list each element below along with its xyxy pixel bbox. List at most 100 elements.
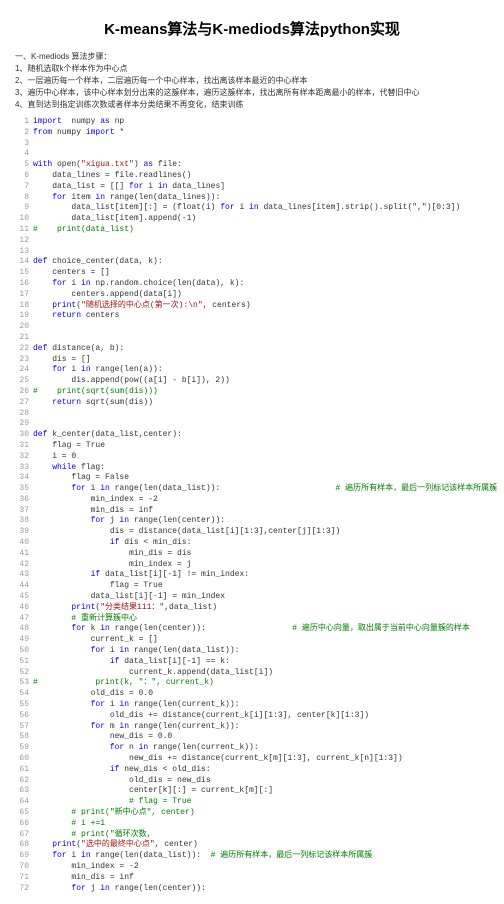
token: numpy (62, 117, 100, 126)
line-number: 48 (15, 624, 29, 635)
token: dis < min_dis: (119, 538, 191, 547)
token-kw: return (52, 311, 81, 320)
line-number: 51 (15, 657, 29, 668)
code-line: 11# print(data_list) (15, 225, 489, 236)
code-line: 42 min_index = j (15, 560, 489, 571)
token-kw: import (86, 128, 115, 137)
token-kw: for (71, 484, 85, 493)
token: ) (134, 160, 144, 169)
token: data_lines] (167, 182, 225, 191)
code-line: 54 old_dis = 0.0 (15, 689, 489, 700)
code-line: 12 (15, 236, 489, 247)
line-number: 66 (15, 819, 29, 830)
line-number: 60 (15, 754, 29, 765)
line-number: 40 (15, 538, 29, 549)
line-number: 44 (15, 581, 29, 592)
code-line: 25 dis.append(pow((a[i] - b[i]), 2)) (15, 376, 489, 387)
token-kw: for (220, 203, 234, 212)
token: range(len(data_list)): (110, 484, 336, 493)
token: range(len(center)): (129, 516, 225, 525)
line-number: 21 (15, 333, 29, 344)
token-kw: def (33, 257, 47, 266)
token-kw: in (100, 484, 110, 493)
code-line: 71 min_dis = inf (15, 873, 489, 884)
code-line: 37 min_dis = inf (15, 506, 489, 517)
line-number: 23 (15, 355, 29, 366)
token (33, 722, 91, 731)
token: range(len(data_lines)): (105, 193, 220, 202)
code-line: 15 centers = [] (15, 268, 489, 279)
token (33, 570, 91, 579)
code-line: 24 for i in range(len(a)): (15, 365, 489, 376)
step-line: 4、直到达到指定训练次数或者样本分类结果不再变化，结束训练 (15, 99, 489, 111)
token: choice_center(data, k): (47, 257, 162, 266)
token: old_dis = new_dis (33, 776, 211, 785)
token: data_list[i][-1] == k: (119, 657, 229, 666)
token-kw: as (143, 160, 153, 169)
line-number: 46 (15, 603, 29, 614)
line-number: 36 (15, 495, 29, 506)
code-line: 9 data_list[item][:] = (float(i) for i i… (15, 203, 489, 214)
token-kw: for (129, 182, 143, 191)
line-number: 33 (15, 463, 29, 474)
code-line: 5with open("xigua.txt") as file: (15, 160, 489, 171)
token (33, 398, 52, 407)
token: current_k.append(data_list[i]) (33, 668, 273, 677)
token (33, 657, 110, 666)
token (33, 743, 110, 752)
code-line: 43 if data_list[i][-1] != min_index: (15, 570, 489, 581)
token (33, 463, 52, 472)
token-kw: in (100, 624, 110, 633)
token: min_index = -2 (33, 495, 158, 504)
token: centers (81, 311, 119, 320)
token: min_index = j (33, 560, 191, 569)
line-number: 62 (15, 776, 29, 787)
token (33, 765, 110, 774)
line-number: 18 (15, 301, 29, 312)
token-kw: if (91, 570, 101, 579)
line-number: 2 (15, 128, 29, 139)
token-kw: print (52, 301, 76, 310)
code-line: 60 new_dis += distance(current_k[m][1:3]… (15, 754, 489, 765)
line-number: 17 (15, 290, 29, 301)
token: data_lines = file.readlines() (33, 171, 191, 180)
token-com: # print(k, "：", current_k) (33, 678, 214, 687)
token-kw: in (119, 646, 129, 655)
token-kw: in (81, 365, 91, 374)
code-line: 8 for item in range(len(data_lines)): (15, 193, 489, 204)
token-kw: print (71, 603, 95, 612)
page-title: K-means算法与K-mediods算法python实现 (15, 18, 489, 39)
token: range(len(data_list)): (91, 851, 211, 860)
token-kw: for (71, 624, 85, 633)
line-number: 38 (15, 516, 29, 527)
code-line: 48 for k in range(len(center)): # 遍历中心向量… (15, 624, 489, 635)
line-number: 32 (15, 452, 29, 463)
token-kw: for (91, 516, 105, 525)
code-line: 44 flag = True (15, 581, 489, 592)
token: new_dis = 0.0 (33, 732, 172, 741)
token-com: # 遍历所有样本，最后一列标记该样本所属簇 (211, 851, 373, 860)
token: dis = distance(data_list[i][1:3],center[… (33, 527, 340, 536)
intro-section: 一、K-mediods 算法步骤： 1、随机选取k个样本作为中心点 2、一层遍历… (15, 51, 489, 111)
token-kw: import (33, 117, 62, 126)
token: j (86, 884, 100, 893)
code-line: 46 print("分类结果111：",data_list) (15, 603, 489, 614)
code-line: 7 data_list = [[] for i in data_lines] (15, 182, 489, 193)
token-str: "xigua.txt" (81, 160, 134, 169)
line-number: 25 (15, 376, 29, 387)
line-number: 49 (15, 635, 29, 646)
code-line: 57 for m in range(len(current_k)): (15, 722, 489, 733)
line-number: 15 (15, 268, 29, 279)
token: flag = False (33, 473, 129, 482)
code-line: 38 for j in range(len(center)): (15, 516, 489, 527)
token (33, 819, 71, 828)
token: i (143, 182, 157, 191)
code-line: 67 # print("循环次数, (15, 830, 489, 841)
line-number: 39 (15, 527, 29, 538)
code-line: 17 centers.append(data[i]) (15, 290, 489, 301)
line-number: 22 (15, 344, 29, 355)
token-com: # 遍历中心向量，取出属于当前中心向量簇的样本 (292, 624, 470, 633)
line-number: 34 (15, 473, 29, 484)
code-line: 51 if data_list[i][-1] == k: (15, 657, 489, 668)
line-number: 30 (15, 430, 29, 441)
